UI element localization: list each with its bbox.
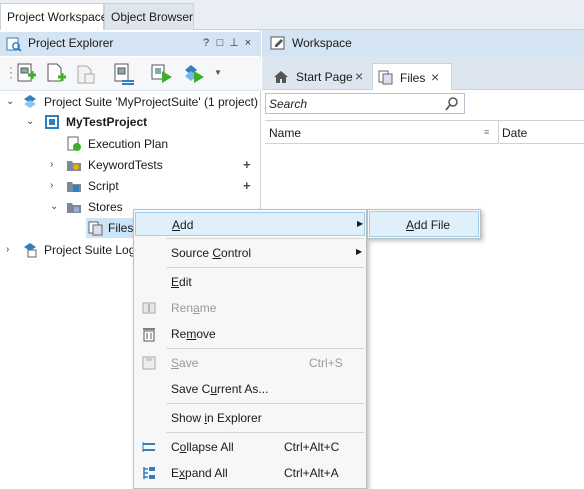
context-menu: Add ▶ Source Control ▶ Edit Rename Remov…: [133, 209, 367, 489]
files-grid-header: Name ≡ Date: [265, 120, 584, 144]
workspace-title: Workspace: [292, 36, 352, 50]
project-explorer-icon: [6, 37, 22, 52]
menu-item-save-current-as[interactable]: Save Current As...: [135, 377, 365, 401]
remove-item-icon[interactable]: [74, 62, 98, 86]
menu-item-save[interactable]: Save Ctrl+S: [135, 351, 365, 375]
menu-item-label: Show in Explorer: [171, 411, 262, 425]
menu-separator: [166, 403, 364, 404]
tree-item-keywordtests[interactable]: › KeywordTests +: [0, 155, 261, 175]
add-keyword-test-button[interactable]: +: [243, 155, 251, 175]
tab-project-workspace[interactable]: Project Workspace: [0, 3, 107, 30]
close-icon[interactable]: ×: [241, 37, 255, 49]
script-icon: [67, 182, 81, 192]
menu-item-label: Add File: [406, 218, 451, 232]
menu-item-source-control[interactable]: Source Control ▶: [135, 241, 365, 265]
menu-separator: [166, 238, 364, 239]
project-properties-icon[interactable]: [112, 62, 136, 86]
tree-item-project-suite[interactable]: ⌄ Project Suite 'MyProjectSuite' (1 proj…: [0, 92, 261, 112]
menu-item-remove[interactable]: Remove: [135, 322, 365, 346]
tab-files[interactable]: Files ×: [372, 63, 452, 90]
tree-item-execution-plan[interactable]: Execution Plan: [0, 134, 261, 154]
project-explorer-header: Project Explorer ? □ ⊥ ×: [0, 32, 261, 56]
logs-icon: [24, 243, 37, 258]
help-icon[interactable]: ?: [199, 37, 213, 49]
project-icon: [45, 115, 59, 129]
submenu-arrow-icon: ▶: [356, 247, 363, 256]
search-icon[interactable]: [444, 96, 460, 112]
rename-icon: [142, 302, 156, 314]
expand-all-icon: [143, 467, 155, 479]
menu-item-label: Rename: [171, 301, 217, 315]
menu-item-label: Expand All: [171, 466, 228, 480]
close-tab-icon[interactable]: ×: [355, 68, 363, 84]
expand-icon[interactable]: ›: [50, 176, 60, 196]
tree-item-script[interactable]: › Script +: [0, 176, 261, 196]
submenu-arrow-icon: ▶: [357, 219, 364, 228]
menu-item-collapse-all[interactable]: Collapse All Ctrl+Alt+C: [135, 435, 365, 459]
toolbar-dropdown-icon[interactable]: ▼: [214, 68, 222, 77]
maximize-icon[interactable]: □: [213, 37, 227, 49]
add-script-button[interactable]: +: [243, 176, 251, 196]
tree-item-mytestproject[interactable]: ⌄ MyTestProject: [0, 112, 261, 132]
stores-icon: [67, 203, 81, 213]
explorer-toolbar: ⋮ ▼: [0, 57, 261, 91]
menu-separator: [166, 432, 364, 433]
menu-separator: [166, 348, 364, 349]
files-icon: [378, 70, 393, 85]
menu-item-label: Save: [171, 356, 199, 370]
menu-item-show-in-explorer[interactable]: Show in Explorer: [135, 406, 365, 430]
pin-icon[interactable]: ⊥: [227, 36, 241, 49]
run-suite-icon[interactable]: [182, 62, 206, 86]
run-project-icon[interactable]: [150, 62, 174, 86]
menu-item-shortcut: Ctrl+Alt+A: [284, 466, 339, 480]
save-icon: [142, 356, 156, 370]
execution-plan-icon: [67, 136, 81, 151]
add-new-item-icon[interactable]: [14, 62, 38, 86]
workspace-tab-bar: Start Page × Files ×: [262, 57, 584, 90]
menu-item-label: Add: [172, 218, 194, 232]
menu-item-label: Edit: [171, 275, 192, 289]
collapse-icon[interactable]: ⌄: [26, 112, 36, 132]
menu-item-shortcut: Ctrl+Alt+C: [284, 440, 340, 454]
collapse-icon[interactable]: ⌄: [50, 197, 60, 217]
menu-item-add[interactable]: Add ▶: [135, 212, 365, 236]
column-name[interactable]: Name: [269, 126, 301, 140]
keyword-tests-icon: [67, 161, 81, 171]
close-tab-icon[interactable]: ×: [431, 69, 439, 85]
menu-item-label: Save Current As...: [171, 382, 269, 396]
menu-item-label: Remove: [171, 327, 216, 341]
tab-start-page[interactable]: Start Page ×: [267, 63, 372, 90]
expand-icon[interactable]: ›: [50, 155, 60, 175]
collapse-all-icon: [142, 442, 155, 452]
home-icon: [274, 71, 288, 83]
search-input[interactable]: Search: [265, 93, 465, 114]
document-tab-bar: Project Workspace Object Browser: [0, 0, 584, 30]
menu-item-label: Source Control: [171, 246, 252, 260]
panel-controls: ? □ ⊥ ×: [199, 36, 255, 49]
menu-item-rename[interactable]: Rename: [135, 296, 365, 320]
submenu-item-add-file[interactable]: Add File: [369, 211, 479, 237]
menu-item-edit[interactable]: Edit: [135, 270, 365, 294]
tree-item-files[interactable]: Files: [86, 218, 134, 238]
files-icon: [88, 221, 103, 236]
menu-separator: [166, 267, 364, 268]
sort-icon[interactable]: ≡: [484, 127, 489, 137]
column-separator[interactable]: [498, 121, 499, 143]
trash-icon: [143, 328, 155, 342]
expand-icon[interactable]: ›: [6, 240, 16, 260]
menu-item-expand-all[interactable]: Expand All Ctrl+Alt+A: [135, 461, 365, 485]
collapse-icon[interactable]: ⌄: [6, 92, 16, 112]
add-existing-item-icon[interactable]: [44, 62, 68, 86]
menu-item-shortcut: Ctrl+S: [309, 356, 343, 370]
column-date[interactable]: Date: [502, 126, 527, 140]
menu-item-label: Collapse All: [171, 440, 234, 454]
project-explorer-title: Project Explorer: [28, 36, 114, 50]
add-submenu: Add File: [367, 209, 481, 239]
tab-object-browser[interactable]: Object Browser: [104, 3, 194, 30]
workspace-header: Workspace: [262, 30, 584, 57]
workspace-icon: [270, 36, 285, 50]
project-suite-icon: [24, 95, 36, 108]
